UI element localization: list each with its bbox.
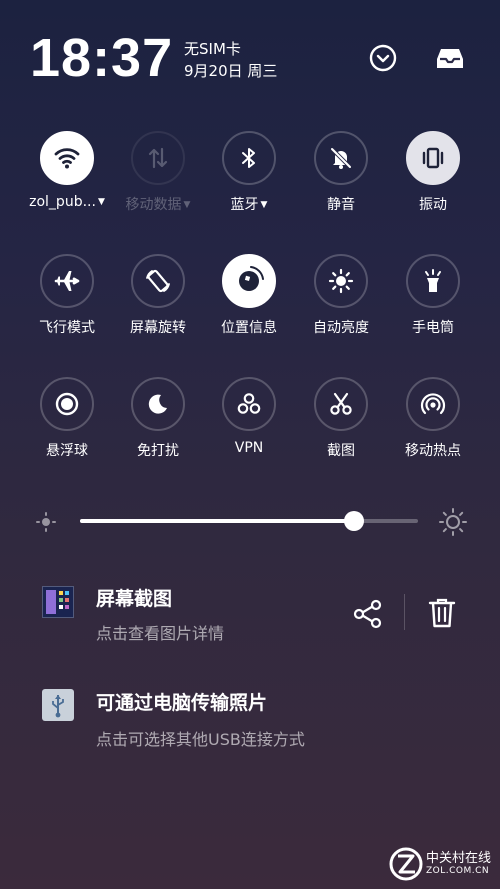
tile-airplane-label: 飞行模式 [39,320,95,336]
dropdown-caret-icon: ▼ [97,197,105,207]
share-icon[interactable] [352,598,384,630]
tile-flashlight-label: 手电筒 [412,320,454,336]
tile-wifi-label-wrap: zol_pub... ▼ [29,194,105,210]
brightness-high-icon [439,508,467,536]
date-text: 9月20日 周三 [184,62,278,80]
tile-bluetooth-label: 蓝牙 [230,197,259,213]
notification-subtitle: 点击查看图片详情 [96,624,225,643]
tile-airplane[interactable]: 飞行模式 [22,254,112,354]
tile-auto-brightness-label: 自动亮度 [313,320,369,336]
tile-do-not-disturb[interactable]: 免打扰 [113,377,203,477]
hotspot-icon [420,393,446,415]
tile-screenshot-label: 截图 [327,443,355,459]
sim-status: 无SIM卡 [184,40,241,58]
wifi-icon [54,148,80,169]
watermark-cn: 中关村在线 [426,851,492,866]
trash-icon[interactable] [426,596,458,630]
tile-vpn-label: VPN [234,440,264,456]
tile-bluetooth-circle [222,131,276,185]
tile-mobile-data-label: 移动数据 [125,197,182,213]
airplane-icon [54,271,80,291]
tile-rotation[interactable]: 屏幕旋转 [113,254,203,354]
tile-hotspot[interactable]: 移动热点 [388,377,478,477]
tile-do-not-disturb-label: 免打扰 [137,443,179,459]
status-info: 无SIM卡 9月20日 周三 [184,38,277,82]
tile-mobile-data-label-wrap: 移动数据 ▼ [126,194,191,214]
bell-muted-icon [330,147,352,169]
tile-location[interactable]: 位置信息 [204,254,294,354]
tile-vibrate[interactable]: 振动 [388,131,478,231]
tile-do-not-disturb-circle [131,377,185,431]
notification-title: 屏幕截图 [96,588,173,610]
location-icon [239,266,264,291]
tile-wifi-label: zol_pub... [29,194,96,210]
tile-wifi[interactable]: zol_pub... ▼ [22,131,112,231]
expand-button[interactable] [365,40,401,76]
dropdown-caret-icon: ▼ [260,200,268,210]
brightness-low-icon [36,512,56,532]
notification-title: 可通过电脑传输照片 [96,692,268,714]
tile-mobile-data[interactable]: 移动数据 ▼ [113,131,203,231]
chevron-circle-icon [369,44,397,72]
notification-tray-button[interactable] [432,40,468,76]
zol-logo [389,847,423,881]
tile-wifi-circle [40,131,94,185]
tile-location-label: 位置信息 [221,320,277,336]
floating-ball-icon [55,392,79,416]
screenshot-thumbnail [42,586,74,618]
tile-rotation-circle [131,254,185,308]
tile-floating-ball[interactable]: 悬浮球 [22,377,112,477]
zol-watermark: 中关村在线 ZOL.COM.CN [388,847,491,881]
vpn-icon [237,393,261,414]
mobile-data-icon [148,147,168,169]
tile-screenshot-circle [314,377,368,431]
tile-floating-ball-circle [40,377,94,431]
action-divider [404,594,405,630]
clock: 18:37 [30,28,174,88]
dropdown-caret-icon: ▼ [183,200,191,210]
tile-hotspot-label: 移动热点 [405,443,461,459]
tile-vpn-circle [222,377,276,431]
watermark-en: ZOL.COM.CN [426,866,490,876]
tile-location-circle [222,254,276,308]
brightness-slider-thumb[interactable] [343,511,364,531]
flashlight-icon [425,269,441,292]
tile-mobile-data-circle [131,131,185,185]
tile-auto-brightness[interactable]: 自动亮度 [296,254,386,354]
tile-vibrate-circle [406,131,460,185]
brightness-slider[interactable] [80,511,418,531]
vibrate-icon [422,147,444,169]
tile-flashlight-circle [406,254,460,308]
tile-airplane-circle [40,254,94,308]
tile-vibrate-label: 振动 [419,197,447,213]
moon-icon [148,394,167,414]
bluetooth-icon [242,148,255,168]
tile-screenshot[interactable]: 截图 [296,377,386,477]
tile-floating-ball-label: 悬浮球 [46,443,88,459]
tile-auto-brightness-circle [314,254,368,308]
rotate-icon [146,269,170,293]
tile-flashlight[interactable]: 手电筒 [388,254,478,354]
tile-vpn[interactable]: VPN [204,377,294,477]
notification-screenshot[interactable]: 屏幕截图 点击查看图片详情 [0,572,500,652]
brightness-slider-fill [80,519,354,523]
notification-usb[interactable]: 可通过电脑传输照片 点击可选择其他USB连接方式 [0,676,500,756]
inbox-tray-icon [437,49,463,68]
tile-bluetooth[interactable]: 蓝牙 ▼ [204,131,294,231]
usb-icon [42,689,74,721]
auto-brightness-icon [328,268,354,294]
tile-bluetooth-label-wrap: 蓝牙 ▼ [231,194,268,214]
notification-subtitle: 点击可选择其他USB连接方式 [96,730,305,749]
tile-silent-circle [314,131,368,185]
tile-silent[interactable]: 静音 [296,131,386,231]
tile-silent-label: 静音 [327,197,355,213]
scissors-icon [330,392,352,415]
tile-hotspot-circle [406,377,460,431]
tile-rotation-label: 屏幕旋转 [130,320,186,336]
